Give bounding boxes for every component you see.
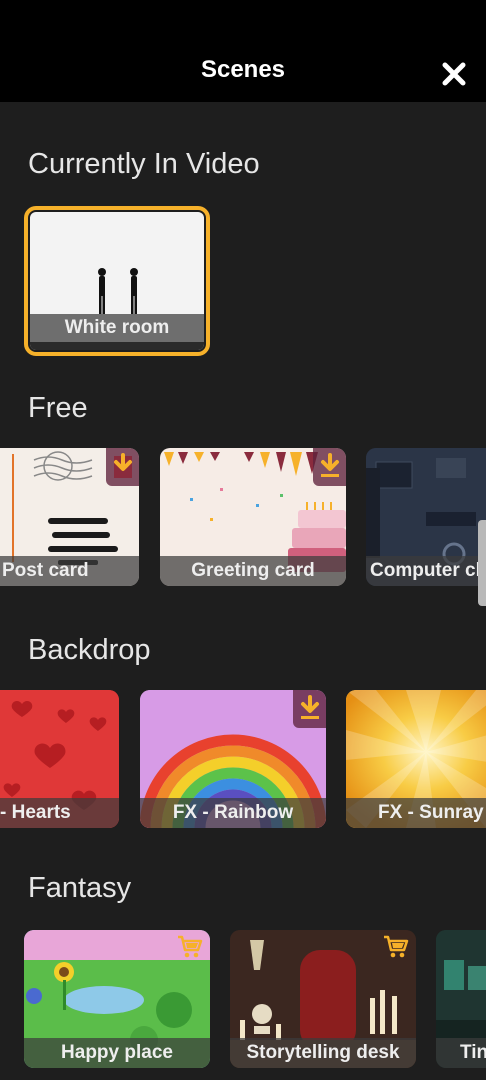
page-title: Scenes [200,56,286,83]
download-icon [321,453,339,477]
scene-label: Computer cl [366,556,486,586]
scene-label: - Hearts [0,798,119,828]
section-title-backdrop: Backdrop [28,634,151,666]
scene-label: Post card [0,556,139,586]
scene-card-rainbow[interactable]: FX - Rainbow [140,690,326,828]
scene-card-happy-place[interactable]: Happy place [24,930,210,1068]
scene-label: White room [30,314,204,342]
free-row[interactable]: Post card Greeting card Computer cl [0,448,486,593]
scene-card-computer[interactable]: Computer cl [366,448,486,586]
download-badge [313,448,346,486]
download-icon [301,695,319,719]
scene-label: Greeting card [160,556,346,586]
section-title-fantasy: Fantasy [28,872,132,904]
scene-label: FX - Rainbow [140,798,326,828]
scene-card-hearts[interactable]: - Hearts [0,690,119,828]
scene-label: Tin [436,1038,486,1068]
scroll-indicator[interactable] [478,520,486,606]
scene-label: Storytelling desk [230,1038,416,1068]
scene-label: Happy place [24,1038,210,1068]
section-title-free: Free [28,392,88,424]
scene-card-tin[interactable]: Tin [436,930,486,1068]
scene-card-storytelling-desk[interactable]: Storytelling desk [230,930,416,1068]
floor-strip [30,342,204,350]
close-icon[interactable] [440,60,468,88]
download-icon [114,453,132,478]
scene-card-white-room[interactable]: White room [24,206,210,356]
scene-label: FX - Sunray [346,798,486,828]
section-title-current: Currently In Video [28,148,260,180]
cart-icon [178,935,203,958]
scene-card-post-card[interactable]: Post card [0,448,139,586]
fantasy-row[interactable]: Happy place Storytelling desk Tin [0,930,486,1080]
header-bar: Scenes [0,0,486,102]
cart-icon [384,935,409,958]
scene-card-greeting-card[interactable]: Greeting card [160,448,346,586]
download-badge [293,690,326,728]
backdrop-row[interactable]: - Hearts FX - Rainbow FX - Sunray [0,690,486,835]
download-badge [106,448,139,486]
scene-card-sunray[interactable]: FX - Sunray [346,690,486,828]
scene-thumbnail: White room [30,212,204,350]
